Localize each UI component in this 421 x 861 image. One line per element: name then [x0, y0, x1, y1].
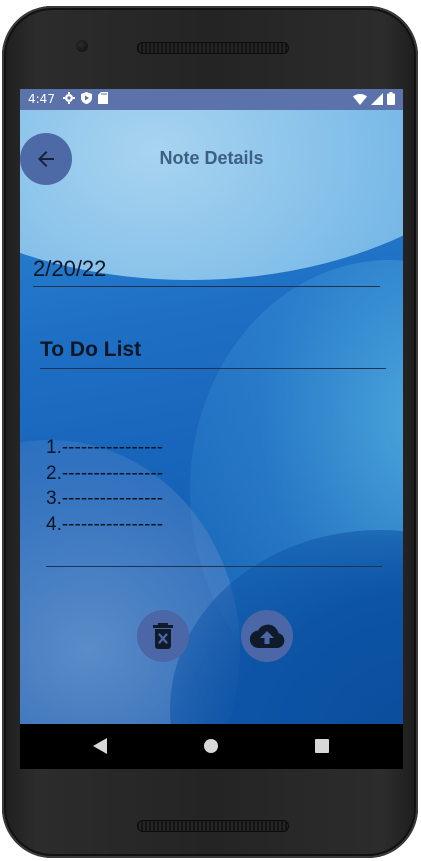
- upload-note-button[interactable]: [241, 610, 293, 662]
- nav-home-button[interactable]: [201, 736, 221, 756]
- page-title: Note Details: [159, 148, 264, 168]
- app-background: Note Details 2/20/22 To Do List 1.------…: [20, 110, 403, 724]
- note-body-field[interactable]: 1.---------------- 2.---------------- 3.…: [46, 435, 382, 567]
- nav-recents-icon: [315, 739, 329, 753]
- nav-home-icon: [204, 739, 218, 753]
- wifi-icon: [353, 93, 367, 105]
- nav-recents-button[interactable]: [312, 736, 332, 756]
- status-bar: 4:47: [20, 89, 403, 110]
- gear-icon: [63, 92, 75, 104]
- note-body-line: 1.----------------: [46, 437, 164, 458]
- note-body-line: 4.----------------: [46, 513, 164, 535]
- earpiece-speaker: [137, 42, 289, 54]
- system-nav-bar: [20, 724, 403, 769]
- front-camera: [76, 40, 88, 52]
- cloud-upload-icon: [249, 624, 285, 648]
- note-body-line: 2.----------------: [46, 462, 164, 484]
- signal-icon: [371, 92, 383, 105]
- play-protect-icon: [81, 92, 92, 104]
- note-title-field[interactable]: To Do List: [40, 338, 386, 369]
- date-field[interactable]: 2/20/22: [33, 256, 380, 287]
- status-time: 4:47: [28, 92, 55, 106]
- battery-icon: [387, 92, 395, 105]
- nav-back-icon: [93, 738, 107, 754]
- bottom-speaker: [137, 820, 289, 832]
- trash-x-icon: [153, 623, 173, 649]
- delete-note-button[interactable]: [137, 610, 189, 662]
- nav-back-button[interactable]: [90, 736, 110, 756]
- sd-card-icon: [98, 92, 108, 104]
- note-body-line: 3.----------------: [46, 488, 164, 509]
- device-screen: Note Details 2/20/22 To Do List 1.------…: [20, 89, 403, 769]
